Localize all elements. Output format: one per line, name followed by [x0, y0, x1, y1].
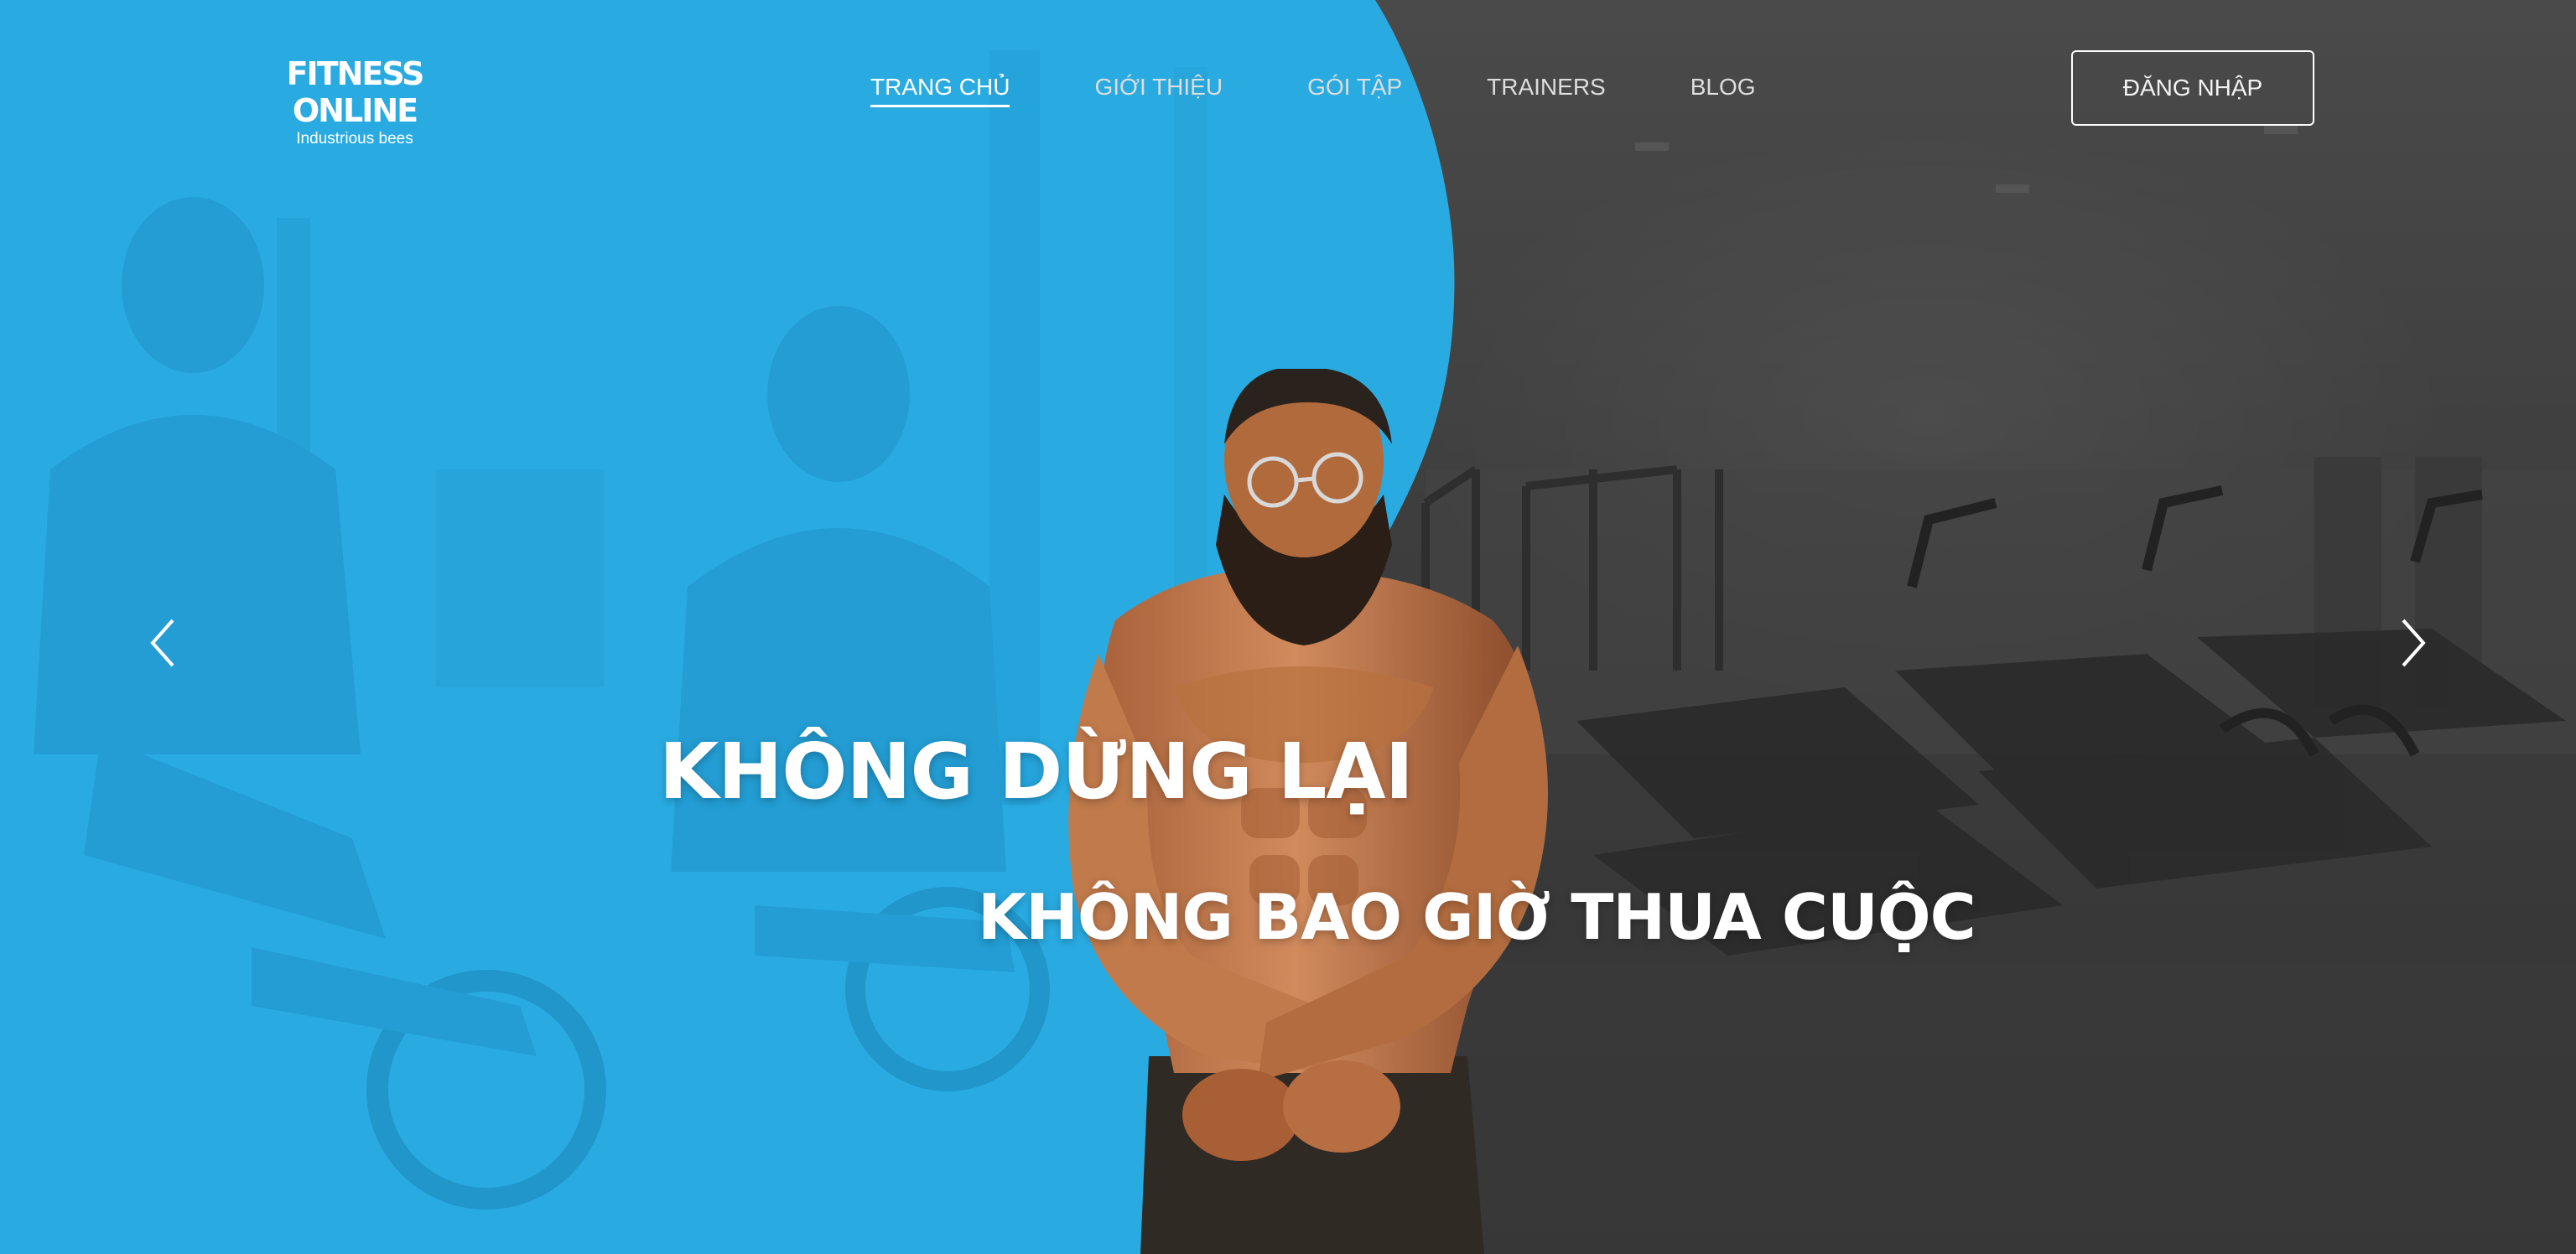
- carousel-next-button[interactable]: [2386, 614, 2437, 672]
- brand-logo[interactable]: FITNESS ONLINE Industrious bees: [220, 55, 490, 149]
- nav-item-home[interactable]: TRANG CHỦ: [870, 70, 1010, 107]
- site-header: FITNESS ONLINE Industrious bees TRANG CH…: [0, 0, 2576, 176]
- chevron-left-icon: [150, 619, 174, 667]
- nav-item-packages[interactable]: GÓI TẬP: [1307, 70, 1402, 104]
- hero-headline-secondary: KHÔNG BAO GIỜ THUA CUỘC: [978, 880, 1976, 954]
- nav-item-trainers[interactable]: TRAINERS: [1487, 70, 1606, 104]
- carousel-prev-button[interactable]: [139, 614, 190, 672]
- login-button[interactable]: ĐĂNG NHẬP: [2071, 50, 2314, 126]
- chevron-right-icon: [2402, 619, 2426, 667]
- nav-item-about[interactable]: GIỚI THIỆU: [1094, 70, 1223, 104]
- brand-name: FITNESS ONLINE: [286, 55, 425, 129]
- main-nav: TRANG CHỦ GIỚI THIỆU GÓI TẬP TRAINERS BL…: [870, 70, 1841, 107]
- brand-tagline: Industrious bees: [296, 130, 413, 148]
- nav-item-blog[interactable]: BLOG: [1690, 70, 1756, 104]
- hero-headline-primary: KHÔNG DỪNG LẠI: [659, 727, 1414, 816]
